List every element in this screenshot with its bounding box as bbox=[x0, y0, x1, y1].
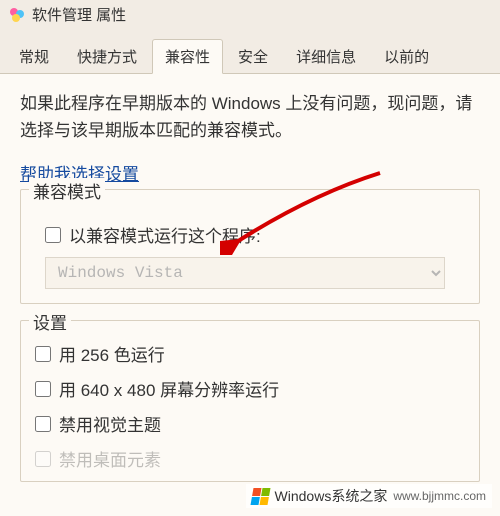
run-in-mode-label: 以兼容模式运行这个程序: bbox=[69, 222, 261, 247]
tab-previous[interactable]: 以前的 bbox=[371, 39, 442, 73]
tab-general[interactable]: 常规 bbox=[6, 39, 62, 73]
disable-theme-checkbox[interactable] bbox=[35, 416, 51, 432]
color256-row: 用 256 色运行 bbox=[35, 341, 465, 366]
compat-os-dropdown[interactable]: Windows Vista bbox=[45, 257, 445, 289]
tab-details[interactable]: 详细信息 bbox=[283, 39, 369, 73]
description-text: 如果此程序在早期版本的 Windows 上没有问题，现问题，请选择与该早期版本匹… bbox=[20, 90, 480, 144]
settings-section: 设置 用 256 色运行 用 640 x 480 屏幕分辨率运行 禁用视觉主题 … bbox=[20, 320, 480, 482]
partial-label: 禁用桌面元素 bbox=[59, 446, 161, 471]
tab-strip: 常规 快捷方式 兼容性 安全 详细信息 以前的 bbox=[0, 39, 500, 74]
color256-label: 用 256 色运行 bbox=[59, 341, 165, 366]
compat-mode-label: 兼容模式 bbox=[29, 178, 105, 203]
res640-checkbox[interactable] bbox=[35, 381, 51, 397]
settings-label: 设置 bbox=[29, 309, 71, 334]
watermark-brand: Windows系统之家 bbox=[275, 486, 388, 506]
window-title: 软件管理 属性 bbox=[32, 4, 126, 25]
compat-mode-group: 兼容模式 以兼容模式运行这个程序: Windows Vista bbox=[20, 189, 480, 304]
partial-checkbox[interactable] bbox=[35, 451, 51, 467]
tab-security[interactable]: 安全 bbox=[225, 39, 281, 73]
compatibility-page: 如果此程序在早期版本的 Windows 上没有问题，现问题，请选择与该早期版本匹… bbox=[0, 74, 500, 516]
disable-theme-label: 禁用视觉主题 bbox=[59, 411, 161, 436]
windows-logo-icon bbox=[250, 488, 270, 505]
run-in-mode-row: 以兼容模式运行这个程序: bbox=[45, 222, 465, 247]
res640-label: 用 640 x 480 屏幕分辨率运行 bbox=[59, 376, 279, 401]
run-in-mode-checkbox[interactable] bbox=[45, 227, 61, 243]
disable-theme-row: 禁用视觉主题 bbox=[35, 411, 465, 436]
res640-row: 用 640 x 480 屏幕分辨率运行 bbox=[35, 376, 465, 401]
title-bar: 软件管理 属性 bbox=[0, 0, 500, 29]
tab-shortcut[interactable]: 快捷方式 bbox=[64, 39, 150, 73]
watermark-url: www.bjjmmc.com bbox=[393, 489, 486, 503]
color256-checkbox[interactable] bbox=[35, 346, 51, 362]
app-icon bbox=[8, 6, 26, 24]
tab-compatibility[interactable]: 兼容性 bbox=[152, 39, 223, 74]
settings-group: 设置 用 256 色运行 用 640 x 480 屏幕分辨率运行 禁用视觉主题 … bbox=[20, 320, 480, 482]
partial-row: 禁用桌面元素 bbox=[35, 446, 465, 471]
watermark: Windows系统之家 www.bjjmmc.com bbox=[246, 484, 492, 508]
